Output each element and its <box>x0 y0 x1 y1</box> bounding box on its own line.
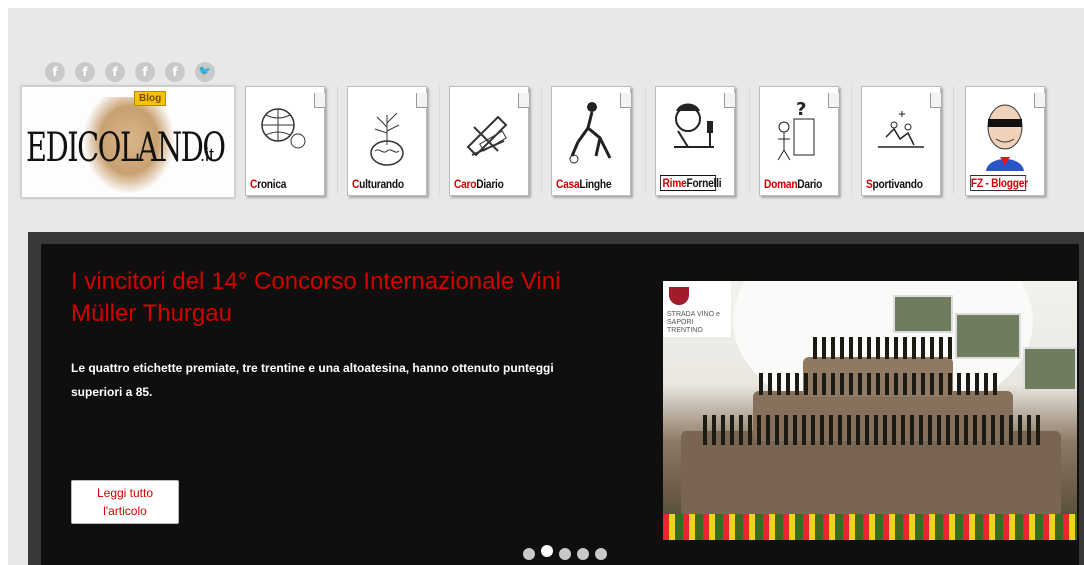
grape-logo-icon <box>669 287 689 305</box>
page-fold-icon <box>930 93 941 108</box>
section-tile-casalinghe[interactable]: CasaLinghe <box>551 86 631 196</box>
page-background: f f f f f 🐦 Blog EDICOLANDO .it Cronica … <box>8 8 1084 565</box>
housewife-drawing-icon <box>569 102 612 164</box>
wall-picture <box>893 295 953 333</box>
question-mirror-drawing-icon: ? <box>777 99 815 161</box>
logo-text: EDICOLANDO <box>26 125 226 171</box>
page-fold-icon <box>518 93 529 108</box>
wall-picture <box>955 313 1021 359</box>
twitter-icon[interactable]: 🐦 <box>195 62 215 82</box>
section-tile-culturando[interactable]: Culturando <box>347 86 427 196</box>
section-label: DomanDario <box>764 177 823 191</box>
divider <box>749 86 750 194</box>
wine-road-badge: STRADA VINO e SAPORI TRENTINO <box>663 281 731 337</box>
brain-tree-drawing-icon <box>370 112 404 166</box>
wall-picture <box>1023 347 1077 391</box>
chef-drawing-icon <box>674 103 714 148</box>
slide-dot-2[interactable] <box>541 545 553 557</box>
section-label: Cronica <box>250 177 287 191</box>
page-fold-icon <box>620 93 631 108</box>
section-label: CaroDiario <box>454 177 504 191</box>
divider <box>541 86 542 194</box>
wine-bottles <box>703 415 1043 445</box>
facebook-icon[interactable]: f <box>45 62 65 82</box>
slide-dot-3[interactable] <box>559 548 571 560</box>
slide-image[interactable]: STRADA VINO e SAPORI TRENTINO <box>663 281 1077 540</box>
section-tile-domandario[interactable]: ? DomanDario <box>759 86 839 196</box>
section-tile-cronica[interactable]: Cronica <box>245 86 325 196</box>
section-label: Culturando <box>352 177 404 191</box>
blog-badge: Blog <box>134 91 167 106</box>
wine-bottles <box>813 337 953 359</box>
section-label: FZ - Blogger <box>970 175 1028 191</box>
social-bar: f f f f f 🐦 <box>45 62 215 82</box>
globe-drawing-icon <box>261 108 306 149</box>
section-label: RimeFornelli <box>660 175 722 191</box>
page-fold-icon <box>1034 93 1045 108</box>
featured-slider: I vincitori del 14° Concorso Internazion… <box>28 232 1084 565</box>
logo-suffix: .it <box>200 145 215 165</box>
divider <box>645 86 646 194</box>
slide-dot-1[interactable] <box>523 548 535 560</box>
facebook-icon[interactable]: f <box>105 62 125 82</box>
section-tile-sportivando[interactable]: Sportivando <box>861 86 941 196</box>
slider-pagination <box>523 545 607 560</box>
slide-dot-4[interactable] <box>577 548 589 560</box>
section-label: Sportivando <box>866 177 923 191</box>
page-fold-icon <box>828 93 839 108</box>
runners-drawing-icon <box>878 111 924 148</box>
slide-dot-5[interactable] <box>595 548 607 560</box>
divider <box>953 86 954 194</box>
slide: I vincitori del 14° Concorso Internazion… <box>41 244 1079 565</box>
books-drawing-icon <box>466 115 508 157</box>
divider <box>851 86 852 194</box>
divider <box>337 86 338 194</box>
site-logo[interactable]: Blog EDICOLANDO .it <box>21 86 235 198</box>
section-label: CasaLinghe <box>556 177 612 191</box>
divider <box>439 86 440 194</box>
facebook-icon[interactable]: f <box>135 62 155 82</box>
slide-description: Le quattro etichette premiate, tre trent… <box>71 361 554 399</box>
page-fold-icon <box>724 93 735 108</box>
page-fold-icon <box>314 93 325 108</box>
page-fold-icon <box>416 93 427 108</box>
section-tile-carodiario[interactable]: CaroDiario <box>449 86 529 196</box>
facebook-icon[interactable]: f <box>75 62 95 82</box>
svg-text:?: ? <box>796 99 806 120</box>
section-tile-rimefornelli[interactable]: RimeFornelli <box>655 86 735 196</box>
flowers <box>663 514 1077 540</box>
slide-title[interactable]: I vincitori del 14° Concorso Internazion… <box>71 266 591 330</box>
superhero-avatar-icon <box>986 104 1024 171</box>
read-more-button[interactable]: Leggi tutto l'articolo <box>71 480 179 524</box>
wine-bottles <box>759 373 999 395</box>
facebook-icon[interactable]: f <box>165 62 185 82</box>
section-tile-fz-blogger[interactable]: FZ - Blogger <box>965 86 1045 196</box>
